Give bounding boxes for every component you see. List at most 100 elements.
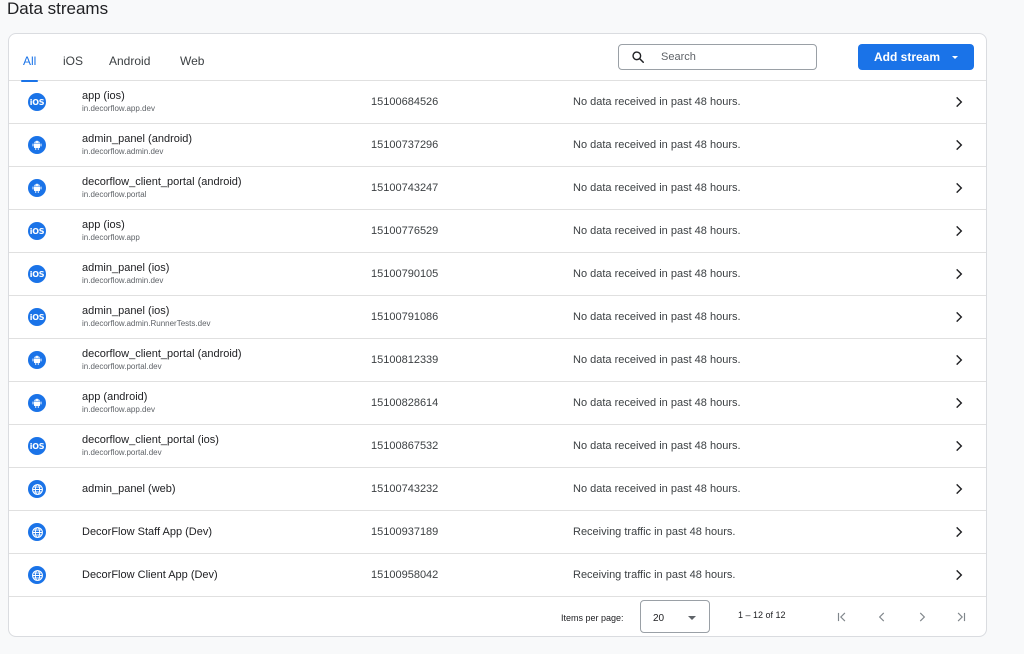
- ios-icon: iOS: [28, 265, 46, 283]
- globe-icon: [28, 523, 46, 541]
- stream-status: No data received in past 48 hours.: [573, 440, 741, 452]
- stream-name-cell: admin_panel (android) in.decorflow.admin.…: [82, 124, 192, 167]
- chevron-right-icon[interactable]: [952, 181, 966, 195]
- chevron-right-icon[interactable]: [952, 396, 966, 410]
- tab-android[interactable]: Android: [109, 34, 150, 81]
- stream-name: admin_panel (web): [82, 483, 176, 495]
- stream-status: No data received in past 48 hours.: [573, 311, 741, 323]
- android-icon: [28, 351, 46, 369]
- first-page-icon[interactable]: [832, 607, 852, 627]
- stream-name: app (ios): [82, 90, 125, 102]
- stream-status: Receiving traffic in past 48 hours.: [573, 526, 736, 538]
- stream-name: admin_panel (ios): [82, 305, 170, 317]
- stream-id: 15100743232: [371, 483, 439, 495]
- tab-ios[interactable]: iOS: [63, 34, 83, 81]
- add-stream-button[interactable]: Add stream: [858, 44, 974, 70]
- stream-row[interactable]: decorflow_client_portal (android) in.deco…: [9, 167, 986, 210]
- stream-name: decorflow_client_portal (ios): [82, 434, 219, 446]
- stream-status: No data received in past 48 hours.: [573, 139, 741, 151]
- stream-row[interactable]: iOS app (ios) in.decorflow.app.dev 15100684…: [9, 81, 986, 124]
- stream-status: No data received in past 48 hours.: [573, 397, 741, 409]
- stream-name-cell: DecorFlow Client App (Dev): [82, 554, 218, 597]
- chevron-right-icon[interactable]: [952, 439, 966, 453]
- stream-name: app (ios): [82, 219, 125, 231]
- last-page-icon[interactable]: [951, 607, 971, 627]
- tab-all[interactable]: All: [20, 34, 39, 82]
- ios-icon: iOS: [28, 437, 46, 455]
- stream-id: 15100937189: [371, 526, 439, 538]
- stream-id: 15100790105: [371, 268, 439, 280]
- stream-name: admin_panel (android): [82, 133, 193, 145]
- chevron-right-icon[interactable]: [952, 353, 966, 367]
- chevron-right-icon[interactable]: [952, 525, 966, 539]
- stream-status: Receiving traffic in past 48 hours.: [573, 569, 736, 581]
- stream-row[interactable]: app (android) in.decorflow.app.dev 1510082…: [9, 382, 986, 425]
- stream-name-cell: decorflow_client_portal (android) in.deco…: [82, 167, 242, 210]
- android-icon: [28, 179, 46, 197]
- add-stream-label: Add stream: [873, 50, 941, 64]
- chevron-right-icon[interactable]: [952, 224, 966, 238]
- stream-name-cell: app (ios) in.decorflow.app: [82, 210, 140, 253]
- items-per-page-select[interactable]: 20: [640, 600, 710, 633]
- next-page-icon[interactable]: [912, 607, 932, 627]
- streams-list: iOS app (ios) in.decorflow.app.dev 15100684…: [9, 81, 986, 597]
- stream-package-id: in.decorflow.app.dev: [82, 104, 155, 113]
- pagination: Items per page: 20 1 – 12 of 12: [9, 597, 986, 637]
- caret-down-icon: [688, 616, 696, 620]
- stream-package-id: in.decorflow.app.dev: [82, 405, 155, 414]
- chevron-right-icon[interactable]: [952, 138, 966, 152]
- stream-row[interactable]: admin_panel (web) 15100743232 No data rece…: [9, 468, 986, 511]
- chevron-right-icon[interactable]: [952, 310, 966, 324]
- stream-name-cell: decorflow_client_portal (android) in.deco…: [82, 339, 242, 382]
- stream-id: 15100743247: [371, 182, 439, 194]
- stream-package-id: in.decorflow.portal: [82, 190, 147, 199]
- previous-page-icon[interactable]: [872, 607, 892, 627]
- stream-package-id: in.decorflow.admin.dev: [82, 147, 164, 156]
- stream-name-cell: DecorFlow Staff App (Dev): [82, 511, 212, 554]
- stream-name-cell: app (ios) in.decorflow.app.dev: [82, 81, 155, 124]
- search-box: [618, 44, 817, 70]
- tab-web[interactable]: Web: [180, 34, 204, 81]
- stream-name-cell: admin_panel (web): [82, 468, 176, 511]
- globe-icon: [28, 566, 46, 584]
- stream-id: 15100867532: [371, 440, 439, 452]
- items-per-page-label: Items per page:: [561, 613, 624, 623]
- stream-package-id: in.decorflow.admin.RunnerTests.dev: [82, 319, 211, 328]
- stream-name: app (android): [82, 391, 148, 403]
- stream-name: decorflow_client_portal (android): [82, 348, 242, 360]
- stream-row[interactable]: iOS app (ios) in.decorflow.app 15100776529 N…: [9, 210, 986, 253]
- globe-icon: [28, 480, 46, 498]
- stream-row[interactable]: iOS decorflow_client_portal (ios) in.decor…: [9, 425, 986, 468]
- stream-name-cell: admin_panel (ios) in.decorflow.admin.Runn…: [82, 296, 211, 339]
- stream-status: No data received in past 48 hours.: [573, 268, 741, 280]
- stream-row[interactable]: DecorFlow Staff App (Dev) 15100937189 Rece…: [9, 511, 986, 554]
- android-icon: [28, 394, 46, 412]
- stream-row[interactable]: admin_panel (android) in.decorflow.admin.…: [9, 124, 986, 167]
- stream-id: 15100737296: [371, 139, 439, 151]
- stream-id: 15100791086: [371, 311, 439, 323]
- stream-row[interactable]: iOS admin_panel (ios) in.decorflow.admin.d…: [9, 253, 986, 296]
- stream-row[interactable]: iOS admin_panel (ios) in.decorflow.admin.R…: [9, 296, 986, 339]
- stream-package-id: in.decorflow.app: [82, 233, 140, 242]
- stream-name-cell: decorflow_client_portal (ios) in.decorflo…: [82, 425, 219, 468]
- stream-name: decorflow_client_portal (android): [82, 176, 242, 188]
- stream-name-cell: app (android) in.decorflow.app.dev: [82, 382, 155, 425]
- chevron-right-icon[interactable]: [952, 267, 966, 281]
- page-range-label: 1 – 12 of 12: [738, 610, 786, 620]
- chevron-right-icon[interactable]: [952, 95, 966, 109]
- stream-id: 15100776529: [371, 225, 439, 237]
- ios-icon: iOS: [28, 93, 46, 111]
- stream-row[interactable]: decorflow_client_portal (android) in.deco…: [9, 339, 986, 382]
- chevron-right-icon[interactable]: [952, 482, 966, 496]
- stream-row[interactable]: DecorFlow Client App (Dev) 15100958042 Rec…: [9, 554, 986, 597]
- items-per-page-value: 20: [653, 613, 665, 624]
- ios-icon: iOS: [28, 222, 46, 240]
- stream-id: 15100958042: [371, 569, 439, 581]
- chevron-right-icon[interactable]: [952, 568, 966, 582]
- search-input[interactable]: [661, 51, 801, 63]
- stream-status: No data received in past 48 hours.: [573, 483, 741, 495]
- caret-down-icon: [952, 55, 959, 59]
- stream-status: No data received in past 48 hours.: [573, 182, 741, 194]
- stream-id: 15100828614: [371, 397, 439, 409]
- stream-name: admin_panel (ios): [82, 262, 170, 274]
